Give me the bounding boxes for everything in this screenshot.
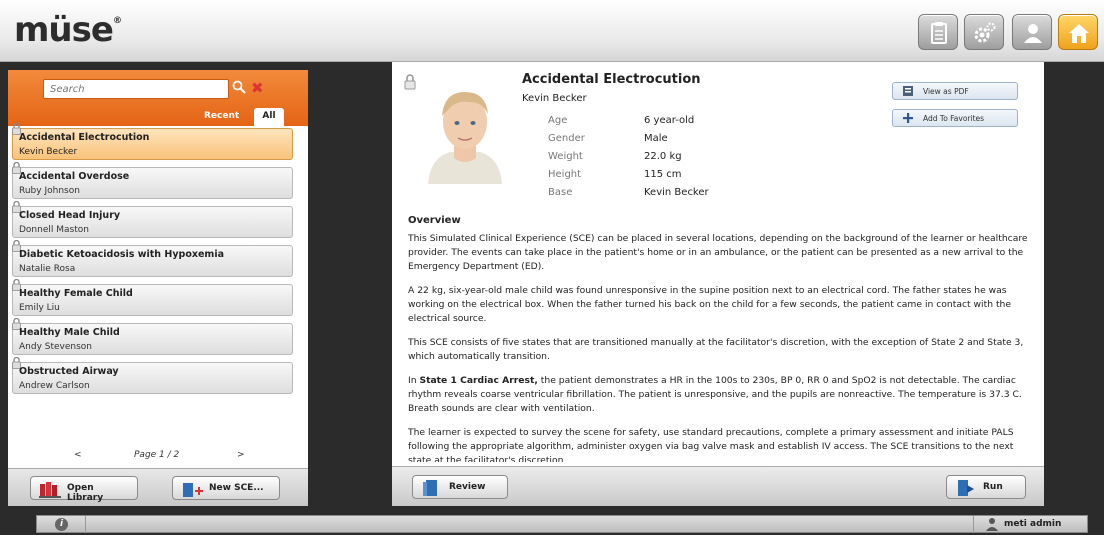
list-item-subtitle: Andy Stevenson — [19, 342, 93, 352]
next-page-button[interactable]: > — [237, 450, 245, 460]
list-item[interactable]: Accidental Electrocution Kevin Becker — [12, 123, 293, 160]
run-icon — [958, 480, 974, 496]
new-sce-button[interactable]: New SCE... — [172, 476, 280, 500]
list-item-subtitle: Andrew Carlson — [19, 381, 90, 391]
plus-icon — [903, 113, 913, 123]
overview-heading: Overview — [408, 215, 461, 226]
attribute-label: Base — [548, 187, 573, 198]
list-item[interactable]: Diabetic Ketoacidosis with Hypoxemia Nata… — [12, 240, 293, 277]
patient-photo — [420, 76, 510, 184]
detail-footer: Review Run — [392, 466, 1044, 506]
settings-icon — [974, 22, 996, 43]
list-item-subtitle: Donnell Maston — [19, 225, 89, 235]
info-icon[interactable]: i — [55, 518, 68, 531]
sce-browser-panel: ✖ Recent All Accidental Electrocution Kev… — [8, 70, 308, 506]
lock-icon — [404, 74, 416, 90]
overview-paragraph: A 22 kg, six-year-old male child was fou… — [408, 285, 1012, 324]
list-item[interactable]: Accidental Overdose Ruby Johnson — [12, 162, 293, 199]
overview-paragraph: This Simulated Clinical Experience (SCE)… — [408, 233, 1028, 272]
run-button[interactable]: Run — [946, 475, 1026, 499]
sidebar-footer: Open Library New SCE... — [8, 468, 308, 506]
list-item[interactable]: Obstructed Airway Andrew Carlson — [12, 357, 293, 394]
new-sce-icon — [183, 483, 203, 497]
list-item-title: Diabetic Ketoacidosis with Hypoxemia — [19, 249, 224, 260]
add-favorites-button[interactable]: Add To Favorites — [892, 109, 1018, 127]
list-item-title: Healthy Female Child — [19, 288, 133, 299]
user-icon — [986, 518, 998, 531]
attribute-label: Height — [548, 169, 582, 180]
home-button[interactable] — [1058, 14, 1098, 50]
attribute-label: Weight — [548, 151, 583, 162]
pagination: < Page 1 / 2 > — [8, 450, 308, 466]
list-item[interactable]: Closed Head Injury Donnell Maston — [12, 201, 293, 238]
list-item-title: Closed Head Injury — [19, 210, 121, 221]
review-icon — [423, 480, 437, 496]
sce-list: Accidental Electrocution Kevin Becker Acci… — [10, 123, 300, 401]
sce-detail-panel: Accidental Electrocution Kevin Becker Ag… — [392, 62, 1044, 506]
open-library-button[interactable]: Open Library — [30, 476, 138, 503]
list-item[interactable]: Healthy Male Child Andy Stevenson — [12, 318, 293, 355]
sce-overview: Overview This Simulated Clinical Experie… — [408, 214, 1030, 462]
overview-paragraph: This SCE consists of five states that ar… — [408, 337, 1024, 362]
list-item-title: Obstructed Airway — [19, 366, 119, 377]
sce-title: Accidental Electrocution — [522, 72, 701, 87]
tab-recent[interactable]: Recent — [198, 108, 245, 126]
search-input[interactable] — [43, 79, 229, 99]
patient-name: Kevin Becker — [522, 93, 587, 104]
state1-paragraph: In State 1 Cardiac Arrest, the patient d… — [408, 375, 1022, 414]
home-icon — [1069, 24, 1089, 43]
search-icon[interactable] — [232, 80, 246, 94]
attribute-label: Age — [548, 115, 568, 126]
list-item-title: Accidental Electrocution — [19, 132, 150, 143]
page-indicator: Page 1 / 2 — [134, 450, 180, 460]
list-item[interactable]: Healthy Female Child Emily Liu — [12, 279, 293, 316]
attribute-value: 22.0 kg — [644, 151, 682, 162]
review-button[interactable]: Review — [412, 475, 508, 499]
prev-page-button[interactable]: < — [74, 450, 82, 460]
sidebar-toolbar: ✖ Recent All — [8, 70, 308, 126]
list-item-subtitle: Ruby Johnson — [19, 186, 80, 196]
user-icon — [1024, 24, 1042, 43]
view-pdf-button[interactable]: View as PDF — [892, 82, 1018, 100]
attribute-value: 6 year-old — [644, 115, 695, 126]
pdf-icon — [903, 86, 913, 96]
status-divider — [85, 516, 86, 533]
user-button[interactable] — [1012, 14, 1052, 50]
clear-search-icon[interactable]: ✖ — [251, 79, 264, 97]
library-icon — [39, 482, 61, 498]
notes-button[interactable] — [918, 14, 958, 50]
settings-button[interactable] — [964, 14, 1004, 50]
list-item-subtitle: Emily Liu — [19, 303, 60, 313]
status-bar: i meti admin — [36, 515, 1088, 533]
attribute-value: Kevin Becker — [644, 187, 709, 198]
attribute-value: 115 cm — [644, 169, 682, 180]
list-item-title: Healthy Male Child — [19, 327, 120, 338]
overview-paragraph: The learner is expected to survey the sc… — [408, 427, 1014, 462]
list-item-subtitle: Kevin Becker — [19, 147, 78, 157]
muse-logo: müse® — [14, 10, 122, 50]
attribute-value: Male — [644, 133, 668, 144]
current-user[interactable]: meti admin — [973, 516, 1088, 533]
attribute-label: Gender — [548, 133, 585, 144]
list-item-subtitle: Natalie Rosa — [19, 264, 76, 274]
list-item-title: Accidental Overdose — [19, 171, 130, 182]
tab-all[interactable]: All — [254, 108, 284, 126]
notes-icon — [931, 22, 947, 44]
app-header: müse® — [0, 0, 1104, 62]
